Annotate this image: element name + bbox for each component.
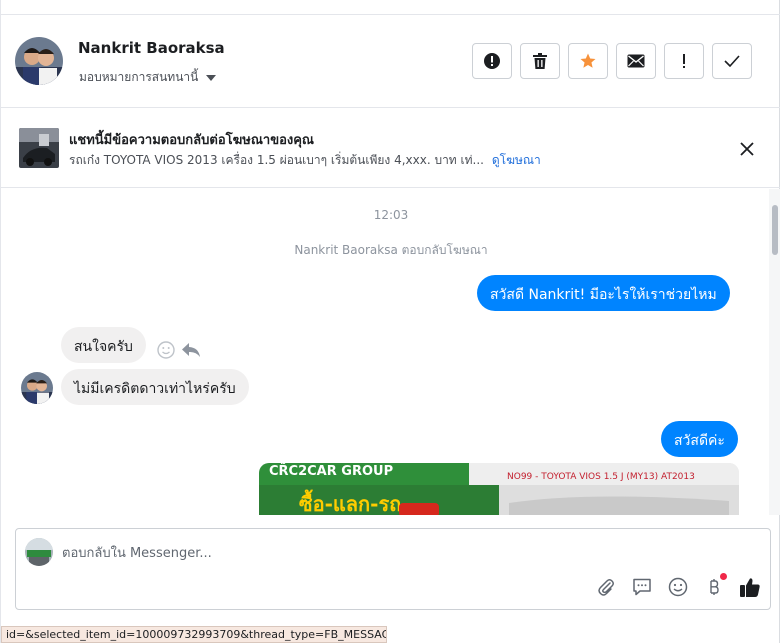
ad-banner-title: แชทนี้มีข้อความตอบกลับต่อโฆษณาของคุณ — [69, 133, 314, 148]
image-banner-text: CR̃C2CAR GROUP — [269, 464, 393, 479]
thread-actions — [472, 43, 752, 79]
message-list[interactable]: 12:03 Nankrit Baoraksa ตอบกลับโฆษณา สวัส… — [1, 189, 769, 515]
payment-button[interactable] — [702, 573, 727, 599]
envelope-icon — [627, 54, 645, 68]
baht-icon — [710, 579, 719, 595]
image-promo-text: ซื้อ-แลก-รถ — [299, 489, 401, 515]
assign-conversation-dropdown[interactable]: มอบหมายการสนทนานี้ — [79, 68, 217, 87]
ad-thumbnail[interactable] — [19, 128, 59, 168]
composer-tools — [594, 573, 762, 599]
caret-down-icon — [206, 74, 217, 81]
contact-avatar[interactable] — [15, 37, 63, 85]
saved-replies-button[interactable] — [630, 575, 654, 599]
messenger-thread-panel: Nankrit Baoraksa มอบหมายการสนทนานี้ แชทน… — [0, 0, 780, 643]
assign-label: มอบหมายการสนทนานี้ — [79, 70, 199, 84]
check-icon — [724, 55, 740, 67]
close-banner-button[interactable] — [737, 139, 757, 159]
delete-button[interactable] — [520, 43, 560, 79]
thread-header: Nankrit Baoraksa มอบหมายการสนทนานี้ — [1, 14, 780, 108]
image-message[interactable]: CR̃C2CAR GROUP NO99 - TOYOTA VIOS 1.5 J … — [259, 463, 739, 515]
incoming-message[interactable]: สนใจครับ — [61, 327, 146, 363]
system-message: Nankrit Baoraksa ตอบกลับโฆษณา — [294, 243, 488, 257]
contact-name[interactable]: Nankrit Baoraksa — [78, 39, 225, 57]
smiley-reaction-icon[interactable] — [157, 341, 175, 359]
send-like-button[interactable] — [738, 575, 762, 599]
image-caption: NO99 - TOYOTA VIOS 1.5 J (MY13) AT2013 — [507, 472, 695, 482]
view-ad-link[interactable]: ดูโฆษณา — [492, 153, 541, 167]
follow-up-button[interactable] — [664, 43, 704, 79]
paperclip-icon — [598, 579, 614, 596]
reply-composer — [15, 528, 771, 610]
incoming-message[interactable]: ไม่มีเครดิตดาวเท่าไหร่ครับ — [61, 369, 249, 405]
ad-banner-subtitle: รถเก๋ง TOYOTA VIOS 2013 เครื่อง 1.5 ผ่อน… — [69, 151, 541, 170]
alert-circle-icon — [484, 53, 500, 69]
thumbs-up-icon — [740, 578, 760, 597]
speech-bubble-icon — [633, 578, 651, 596]
message-timestamp: 12:03 — [373, 208, 409, 222]
outgoing-message[interactable]: สวัสดี Nankrit! มีอะไรให้เราช่วยไหม — [477, 275, 730, 311]
scrollbar-thumb[interactable] — [772, 205, 778, 255]
message-list-scrollbar[interactable] — [769, 189, 780, 515]
star-button[interactable] — [568, 43, 608, 79]
trash-icon — [533, 53, 547, 69]
mark-unread-button[interactable] — [616, 43, 656, 79]
close-icon — [740, 142, 754, 156]
mark-done-button[interactable] — [712, 43, 752, 79]
smiley-icon — [668, 577, 688, 597]
ad-reply-banner: แชทนี้มีข้อความตอบกลับต่อโฆษณาของคุณ รถเ… — [1, 108, 780, 188]
reply-input[interactable] — [62, 543, 752, 563]
reply-icon[interactable] — [181, 341, 201, 359]
notification-dot — [720, 573, 727, 580]
ad-description: รถเก๋ง TOYOTA VIOS 2013 เครื่อง 1.5 ผ่อน… — [69, 153, 484, 167]
browser-status-bar: id=&selected_item_id=100009732993709&thr… — [1, 626, 387, 643]
exclamation-icon — [683, 54, 685, 68]
attach-file-button[interactable] — [594, 575, 618, 599]
mark-spam-button[interactable] — [472, 43, 512, 79]
emoji-button[interactable] — [666, 575, 690, 599]
page-avatar — [25, 538, 53, 566]
contact-avatar-small[interactable] — [21, 372, 53, 404]
star-icon — [580, 53, 596, 68]
message-reactions — [157, 341, 201, 359]
outgoing-message[interactable]: สวัสดีค่ะ — [661, 421, 738, 457]
